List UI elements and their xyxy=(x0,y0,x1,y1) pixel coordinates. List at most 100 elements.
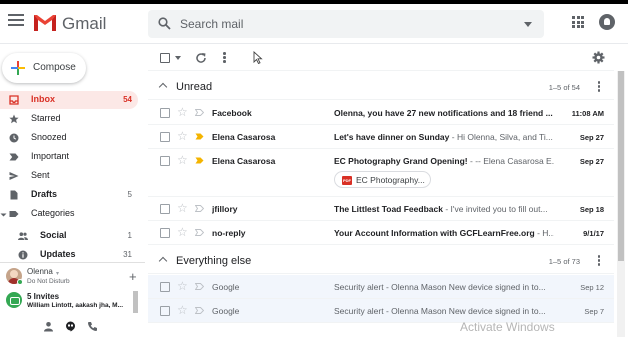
search-input[interactable] xyxy=(180,15,500,33)
search-icon[interactable] xyxy=(158,17,171,30)
section-everything-else-header[interactable]: Everything else 1–5 of 73 xyxy=(148,248,614,274)
user-name: Olenna xyxy=(27,267,53,276)
phone-icon[interactable] xyxy=(87,321,98,332)
hangouts-panel: Olenna ▾ Do Not Disturb + 5 Invites Will… xyxy=(0,262,145,337)
row-checkbox[interactable] xyxy=(160,204,170,214)
row-checkbox[interactable] xyxy=(160,306,170,316)
row-checkbox[interactable] xyxy=(160,228,170,238)
send-icon xyxy=(9,172,19,180)
sidebar-item-label: Snoozed xyxy=(31,132,67,142)
star-icon[interactable]: ☆ xyxy=(177,154,188,166)
hangouts-scrollbar[interactable] xyxy=(133,291,138,313)
draft-icon xyxy=(10,190,18,200)
important-marker-icon[interactable] xyxy=(195,157,204,164)
sidebar-item-label: Sent xyxy=(31,170,50,180)
attachment-name: EC Photography... xyxy=(356,175,425,185)
people-icon xyxy=(18,232,28,240)
search-options-icon[interactable] xyxy=(524,22,532,27)
section-count: 1–5 of 54 xyxy=(548,83,580,92)
star-icon[interactable]: ☆ xyxy=(177,130,188,142)
email-row[interactable]: ☆ Elena Casarosa Let's have dinner on Su… xyxy=(148,125,614,149)
sidebar: Compose Inbox 54 Starred Snoozed Importa… xyxy=(0,45,145,337)
sidebar-item-drafts[interactable]: Drafts 5 xyxy=(0,186,138,204)
gear-icon[interactable] xyxy=(592,51,605,64)
search-bar[interactable] xyxy=(148,10,544,38)
hangouts-user[interactable]: Olenna ▾ Do Not Disturb + xyxy=(6,267,138,289)
email-date: 11:08 AM xyxy=(571,109,604,118)
section-more-icon[interactable] xyxy=(597,81,600,93)
hangouts-icon[interactable] xyxy=(65,321,76,332)
important-icon xyxy=(9,153,19,161)
section-unread-header[interactable]: Unread 1–5 of 54 xyxy=(148,74,614,100)
email-row[interactable]: ☆ Google Security alert - Olenna Mason N… xyxy=(148,275,614,299)
main-menu-icon[interactable] xyxy=(8,14,24,28)
star-icon[interactable]: ☆ xyxy=(177,202,188,214)
email-subject: Security alert - Olenna Mason New device… xyxy=(334,282,546,292)
compose-button[interactable]: Compose xyxy=(2,53,86,83)
sidebar-item-sent[interactable]: Sent xyxy=(0,167,138,185)
important-marker-icon[interactable] xyxy=(195,133,204,140)
email-sender: jfillory xyxy=(212,204,238,214)
important-marker-icon[interactable] xyxy=(195,229,204,236)
info-icon xyxy=(18,250,28,260)
attachment-chip[interactable]: EC Photography... xyxy=(334,171,431,188)
email-row[interactable]: ☆ Elena Casarosa EC Photography Grand Op… xyxy=(148,149,614,197)
refresh-icon[interactable] xyxy=(195,52,207,64)
mouse-pointer-icon xyxy=(253,51,263,64)
row-checkbox[interactable] xyxy=(160,132,170,142)
sidebar-item-label: Important xyxy=(31,151,70,161)
row-checkbox[interactable] xyxy=(160,108,170,118)
apps-grid-icon[interactable] xyxy=(572,16,584,28)
section-title: Unread xyxy=(176,81,213,93)
gmail-logo-icon xyxy=(34,15,56,31)
sidebar-item-inbox[interactable]: Inbox 54 xyxy=(0,91,138,109)
windows-watermark: Activate Windows xyxy=(460,320,555,334)
label-icon xyxy=(9,211,19,217)
row-checkbox[interactable] xyxy=(160,156,170,166)
section-more-icon[interactable] xyxy=(597,255,600,267)
email-subject: Olenna, you have 27 new notifications an… xyxy=(334,108,553,118)
email-date: Sep 12 xyxy=(580,283,604,292)
collapse-caret-icon[interactable] xyxy=(158,256,168,266)
add-chat-button[interactable]: + xyxy=(129,270,137,283)
sidebar-item-snoozed[interactable]: Snoozed xyxy=(0,129,138,147)
mail-scrollbar[interactable] xyxy=(617,71,625,337)
sidebar-item-count: 1 xyxy=(127,231,132,240)
more-vert-icon[interactable] xyxy=(223,52,226,64)
expand-caret-icon[interactable] xyxy=(0,213,7,217)
clock-icon xyxy=(9,133,19,143)
person-icon[interactable] xyxy=(43,321,54,332)
select-all-checkbox[interactable] xyxy=(160,53,170,63)
invites-item[interactable]: 5 Invites William Lintott, aakash jha, M… xyxy=(6,292,138,312)
star-icon[interactable]: ☆ xyxy=(177,304,188,316)
star-icon[interactable]: ☆ xyxy=(177,226,188,238)
sidebar-item-social[interactable]: Social 1 xyxy=(0,227,138,245)
email-date: 9/1/17 xyxy=(583,229,604,238)
important-marker-icon[interactable] xyxy=(195,205,204,212)
email-row[interactable]: ☆ Facebook Olenna, you have 27 new notif… xyxy=(148,101,614,125)
important-marker-icon[interactable] xyxy=(195,307,204,314)
sidebar-item-label: Social xyxy=(40,230,67,240)
invite-icon xyxy=(6,292,22,308)
star-icon[interactable]: ☆ xyxy=(177,280,188,292)
email-row[interactable]: ☆ no-reply Your Account Information with… xyxy=(148,221,614,245)
sidebar-item-starred[interactable]: Starred xyxy=(0,110,138,128)
app-name: Gmail xyxy=(62,14,107,33)
collapse-caret-icon[interactable] xyxy=(158,82,168,92)
status-dot-icon xyxy=(17,279,23,285)
sidebar-item-categories[interactable]: Categories xyxy=(0,205,138,223)
sidebar-item-important[interactable]: Important xyxy=(0,148,138,166)
row-checkbox[interactable] xyxy=(160,282,170,292)
select-options-icon[interactable] xyxy=(175,56,181,60)
scrollbar-thumb[interactable] xyxy=(618,71,624,261)
email-row[interactable]: ☆ jfillory The Littlest Toad Feedback - … xyxy=(148,197,614,221)
important-marker-icon[interactable] xyxy=(195,283,204,290)
sidebar-item-label: Drafts xyxy=(31,189,58,199)
mail-toolbar xyxy=(148,45,614,71)
mail-list: Unread 1–5 of 54 ☆ Facebook Olenna, you … xyxy=(148,45,614,337)
user-menu-caret-icon[interactable]: ▾ xyxy=(56,270,59,277)
invites-names: William Lintott, aakash jha, M... xyxy=(27,302,124,309)
account-icon[interactable] xyxy=(599,14,615,30)
star-icon[interactable]: ☆ xyxy=(177,106,188,118)
important-marker-icon[interactable] xyxy=(195,109,204,116)
